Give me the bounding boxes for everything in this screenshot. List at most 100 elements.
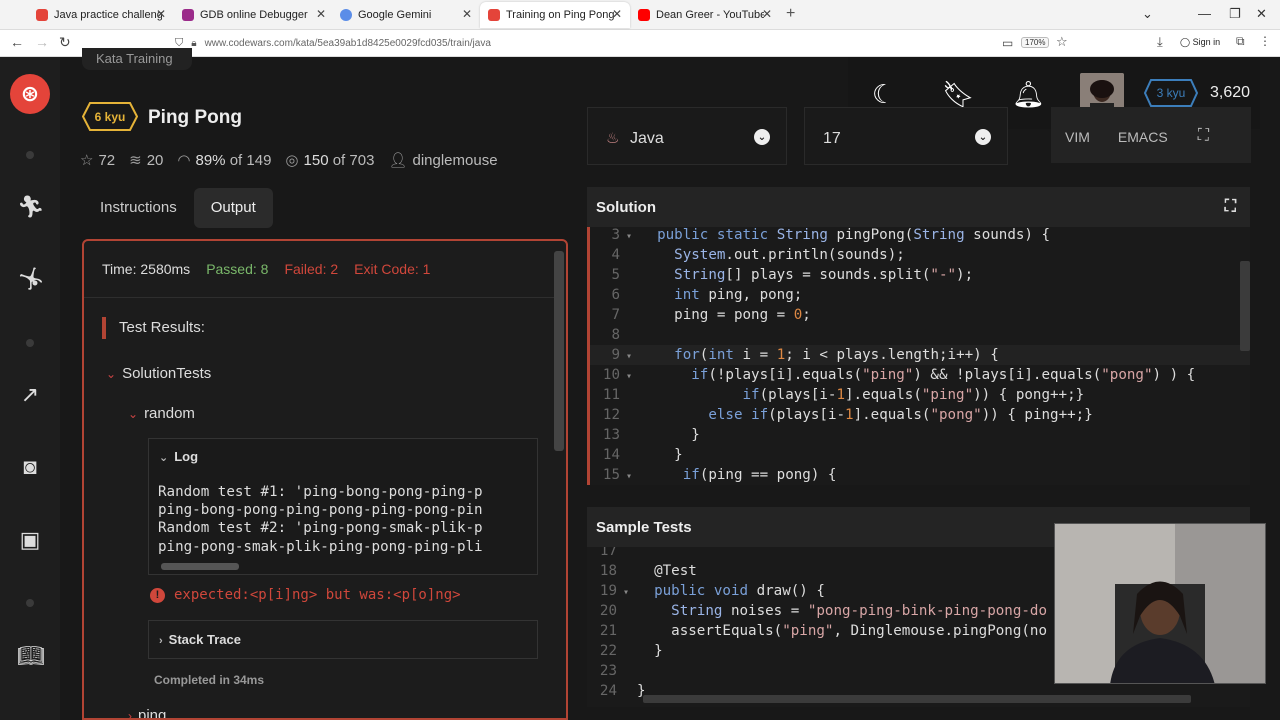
fold-chevron-icon[interactable]: ▾ xyxy=(626,227,640,247)
expand-icon[interactable]: ⛶ xyxy=(1225,198,1236,216)
line-number: 18 xyxy=(599,563,617,579)
bookmarks-icon[interactable]: 🔖︎ xyxy=(942,79,975,110)
kata-tabs: Instructions Output xyxy=(83,188,273,228)
menu-icon[interactable]: ⋮ xyxy=(1259,34,1271,48)
browser-tab-5[interactable]: Dean Greer - YouTube ✕ xyxy=(630,2,780,28)
notifications-bell-icon[interactable]: 🔔︎ xyxy=(1012,79,1045,110)
user-rank-badge[interactable]: 3 kyu xyxy=(1144,79,1198,107)
discord-icon[interactable]: ◙ xyxy=(17,454,43,480)
browser-nav-bar: ← → ↻ ⛉ 🔒︎ www.codewars.com/kata/5ea39ab… xyxy=(0,30,1280,57)
code-line[interactable]: 5 String[] plays = sounds.split("-"); xyxy=(590,265,1250,285)
code-line[interactable]: 9 ▾ for(int i = 1; i < plays.length;i++) … xyxy=(590,345,1250,365)
reload-icon[interactable]: ↻ xyxy=(59,34,71,51)
extensions-icon[interactable]: ⧉ xyxy=(1236,34,1245,49)
restore-icon[interactable]: ❐ xyxy=(1229,6,1241,22)
close-tab-icon[interactable]: ✕ xyxy=(316,7,326,21)
tree-item-random[interactable]: ⌄ random xyxy=(128,405,195,422)
browser-tab-2[interactable]: GDB online Debugger | Compile ✕ xyxy=(174,2,334,28)
code-line[interactable]: 4 System.out.println(sounds); xyxy=(590,245,1250,265)
fold-chevron-icon[interactable]: ▾ xyxy=(623,583,637,603)
solution-code[interactable]: 3 ▾ public static String pingPong(String … xyxy=(590,227,1250,485)
address-bar[interactable]: ⛉ 🔒︎ www.codewars.com/kata/5ea39ab1d8425… xyxy=(175,33,1075,54)
solution-title: Solution xyxy=(596,199,656,216)
stack-trace-toggle[interactable]: › Stack Trace xyxy=(148,620,538,659)
url-text[interactable]: www.codewars.com/kata/5ea39ab1d8425e0029… xyxy=(205,38,491,49)
vim-mode-button[interactable]: VIM xyxy=(1065,129,1090,145)
solution-editor[interactable]: 3 ▾ public static String pingPong(String … xyxy=(587,227,1250,485)
version-select[interactable]: 17 ⌄ xyxy=(804,107,1008,165)
code-line[interactable]: 14 } xyxy=(590,445,1250,465)
fold-chevron-icon[interactable]: ▾ xyxy=(626,367,640,387)
code-line[interactable]: 10 ▾ if(!plays[i].equals("ping") && !play… xyxy=(590,365,1250,385)
breadcrumb: Kata Training xyxy=(82,48,192,70)
code-line[interactable]: 12 else if(plays[i-1].equals("pong")) { … xyxy=(590,405,1250,425)
chevron-right-icon: › xyxy=(159,635,163,647)
browser-tab-3[interactable]: Google Gemini ✕ xyxy=(332,2,480,28)
leaderboard-icon[interactable]: ↗ xyxy=(17,382,43,408)
download-icon[interactable]: ⤓ xyxy=(1157,34,1163,50)
docs-book-icon[interactable]: 📖︎ xyxy=(17,643,45,669)
stars-stat[interactable]: ☆ 72 xyxy=(80,151,115,169)
emacs-mode-button[interactable]: EMACS xyxy=(1118,129,1168,145)
code-line[interactable]: 7 ping = pong = 0; xyxy=(590,305,1250,325)
tab-instructions[interactable]: Instructions xyxy=(83,188,194,228)
line-number: 19 xyxy=(599,583,617,599)
tab-title: Google Gemini xyxy=(358,9,432,21)
codewars-logo-icon[interactable]: ⊛ xyxy=(10,74,50,114)
reader-view-icon[interactable]: ▭ xyxy=(1002,36,1013,50)
browser-tab-4[interactable]: Training on Ping Pong | Codewa ✕ xyxy=(480,2,630,28)
code-text: } xyxy=(640,447,683,463)
code-line[interactable]: 8 xyxy=(590,325,1250,345)
close-tab-icon[interactable]: ✕ xyxy=(462,7,472,21)
lock-icon[interactable]: 🔒︎ xyxy=(191,38,196,49)
divider-dot xyxy=(26,599,34,607)
code-line[interactable]: 3 ▾ public static String pingPong(String … xyxy=(590,227,1250,245)
log-horizontal-scrollbar[interactable] xyxy=(161,563,239,570)
zoom-level[interactable]: 170% xyxy=(1021,37,1050,48)
fullscreen-icon[interactable]: ⛶ xyxy=(1198,127,1209,145)
fold-chevron-icon[interactable]: ▾ xyxy=(626,347,640,367)
close-tab-icon[interactable]: ✕ xyxy=(612,7,622,21)
code-text: @Test xyxy=(654,563,697,579)
dojo-icon[interactable]: 🤸︎ xyxy=(17,266,45,292)
chevron-down-icon: ⌄ xyxy=(975,129,991,145)
language-select[interactable]: ♨ Java ⌄ xyxy=(587,107,787,165)
tab-list-icon[interactable]: ⌄ xyxy=(1142,6,1153,22)
back-icon[interactable]: ← xyxy=(10,34,24,50)
code-line[interactable]: 6 int ping, pong; xyxy=(590,285,1250,305)
log-toggle[interactable]: ⌄ Log xyxy=(159,449,198,464)
close-tab-icon[interactable]: ✕ xyxy=(762,7,772,21)
code-line[interactable]: 13 } xyxy=(590,425,1250,445)
forward-icon[interactable]: → xyxy=(35,34,49,50)
chevron-down-icon: ⌄ xyxy=(106,367,117,381)
code-text: } xyxy=(637,643,663,659)
new-tab-icon[interactable]: + xyxy=(786,5,795,23)
discussions-icon[interactable]: ▣ xyxy=(17,527,43,553)
code-line[interactable]: 15 ▾ if(ping == pong) { xyxy=(590,465,1250,485)
codewars-sidebar: ⊛ 🏃︎ 🤸︎ ↗ ◙ ▣ 📖︎ xyxy=(0,57,60,720)
bookmark-star-icon[interactable]: ☆ xyxy=(1056,34,1068,50)
output-summary: Time: 2580ms Passed: 8 Failed: 2 Exit Co… xyxy=(84,241,558,298)
log-line: ping-bong-pong-ping-pong-ping-pong-pin xyxy=(158,502,483,519)
tree-item-ping[interactable]: › ping xyxy=(128,707,166,720)
line-number: 3 xyxy=(611,227,620,243)
sign-in-button[interactable]: ◯ Sign in xyxy=(1180,37,1220,48)
browser-tab-1[interactable]: Java practice challenges - train ✕ xyxy=(28,2,174,28)
tree-item-solutiontests[interactable]: ⌄ SolutionTests xyxy=(106,365,211,382)
minimize-icon[interactable]: — xyxy=(1198,6,1211,21)
chevron-right-icon: › xyxy=(128,709,132,720)
output-scrollbar[interactable] xyxy=(554,251,564,451)
dark-mode-moon-icon[interactable]: ☾ xyxy=(872,79,895,110)
practice-icon[interactable]: 🏃︎ xyxy=(17,194,45,220)
sample-tests-title: Sample Tests xyxy=(596,519,692,536)
fold-chevron-icon[interactable]: ▾ xyxy=(626,467,640,485)
tests-horizontal-scrollbar[interactable] xyxy=(643,695,1191,703)
code-line[interactable]: 11 if(plays[i-1].equals("ping")) { pong+… xyxy=(590,385,1250,405)
collections-stat[interactable]: ≋ 20 xyxy=(129,151,163,169)
line-number: 17 xyxy=(599,547,617,559)
author-stat[interactable]: 👤︎ dinglemouse xyxy=(388,151,497,169)
close-tab-icon[interactable]: ✕ xyxy=(156,7,166,21)
solution-scrollbar[interactable] xyxy=(1240,261,1250,351)
close-window-icon[interactable]: ✕ xyxy=(1256,6,1267,22)
tab-output[interactable]: Output xyxy=(193,188,273,228)
